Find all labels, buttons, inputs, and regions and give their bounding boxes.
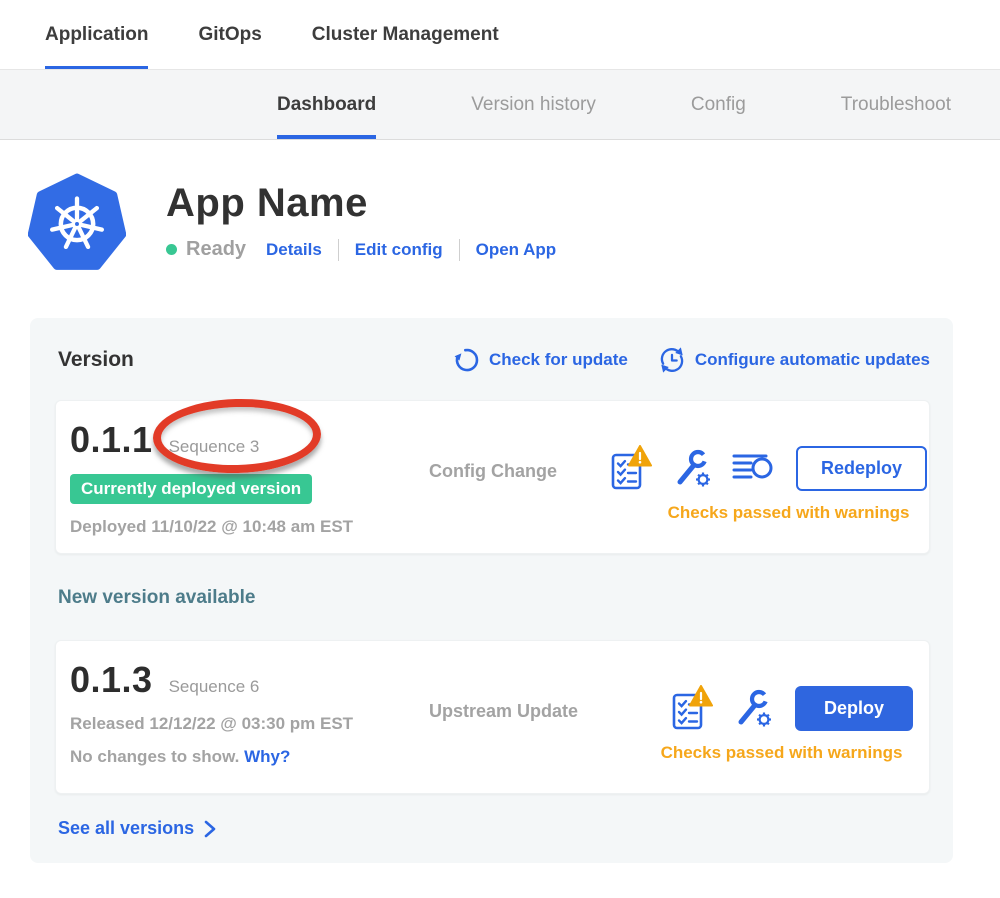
edit-config-link[interactable]: Edit config [355, 240, 443, 260]
nav-item-cluster-management[interactable]: Cluster Management [312, 0, 499, 69]
currently-deployed-badge: Currently deployed version [70, 474, 312, 504]
no-changes-label: No changes to show. [70, 747, 239, 766]
available-version-card: 0.1.3 Sequence 6 Released 12/12/22 @ 03:… [55, 640, 930, 794]
see-all-versions-link[interactable]: See all versions [58, 818, 930, 839]
deploy-button[interactable]: Deploy [795, 686, 913, 731]
released-timestamp: Released 12/12/22 @ 03:30 pm EST [70, 714, 415, 734]
version-card: Version Check for update Configure autom… [30, 318, 953, 863]
tab-dashboard[interactable]: Dashboard [277, 70, 376, 139]
deployed-timestamp: Deployed 11/10/22 @ 10:48 am EST [70, 517, 415, 537]
checks-status-text: Checks passed with warnings [590, 743, 913, 763]
tab-version-history[interactable]: Version history [471, 70, 596, 139]
divider [459, 239, 460, 261]
open-app-link[interactable]: Open App [476, 240, 557, 260]
nav-label: Application [45, 24, 148, 46]
primary-nav: Application GitOps Cluster Management [0, 0, 1000, 70]
tab-troubleshoot[interactable]: Troubleshoot [841, 70, 951, 139]
check-for-update-button[interactable]: Check for update [454, 347, 628, 373]
see-all-versions-label: See all versions [58, 818, 194, 839]
preflight-checklist-warning-icon[interactable] [671, 685, 713, 731]
app-header: App Name Ready Details Edit config Open … [28, 173, 1000, 271]
nav-label: GitOps [198, 24, 261, 46]
current-version-number: 0.1.1 [70, 419, 153, 461]
wrench-gear-icon[interactable] [733, 688, 773, 728]
checks-status-text: Checks passed with warnings [590, 503, 927, 523]
current-version-card: 0.1.1 Sequence 3 Currently deployed vers… [55, 400, 930, 554]
wrench-gear-icon[interactable] [672, 448, 712, 488]
configure-automatic-updates-label: Configure automatic updates [695, 350, 930, 370]
no-changes-text: No changes to show. Why? [70, 747, 415, 767]
kubernetes-logo [28, 173, 126, 271]
configure-automatic-updates-button[interactable]: Configure automatic updates [658, 346, 930, 374]
current-sequence-label: Sequence 3 [169, 437, 260, 457]
nav-item-application[interactable]: Application [45, 0, 148, 69]
tab-label: Config [691, 94, 746, 116]
divider [338, 239, 339, 261]
secondary-nav: Dashboard Version history Config Trouble… [0, 70, 1000, 140]
status-text: Ready [186, 238, 246, 261]
check-for-update-label: Check for update [489, 350, 628, 370]
tab-label: Dashboard [277, 94, 376, 116]
why-link[interactable]: Why? [244, 747, 290, 766]
refresh-icon [454, 347, 480, 373]
redeploy-button[interactable]: Redeploy [796, 446, 927, 491]
nav-item-gitops[interactable]: GitOps [198, 0, 261, 69]
nav-label: Cluster Management [312, 24, 499, 46]
status-dot-icon [166, 244, 177, 255]
page-title: App Name [166, 181, 556, 226]
new-version-heading: New version available [58, 587, 930, 609]
diff-lines-magnifier-icon[interactable] [732, 451, 774, 485]
auto-update-clock-icon [658, 346, 686, 374]
chevron-right-icon [204, 820, 216, 838]
available-version-number: 0.1.3 [70, 659, 153, 701]
current-change-type: Config Change [415, 419, 590, 537]
available-change-type: Upstream Update [415, 659, 590, 777]
tab-config[interactable]: Config [691, 70, 746, 139]
tab-label: Version history [471, 94, 596, 116]
tab-label: Troubleshoot [841, 94, 951, 116]
details-link[interactable]: Details [266, 240, 322, 260]
version-card-title: Version [55, 348, 134, 372]
available-sequence-label: Sequence 6 [169, 677, 260, 697]
preflight-checklist-warning-icon[interactable] [610, 445, 652, 491]
